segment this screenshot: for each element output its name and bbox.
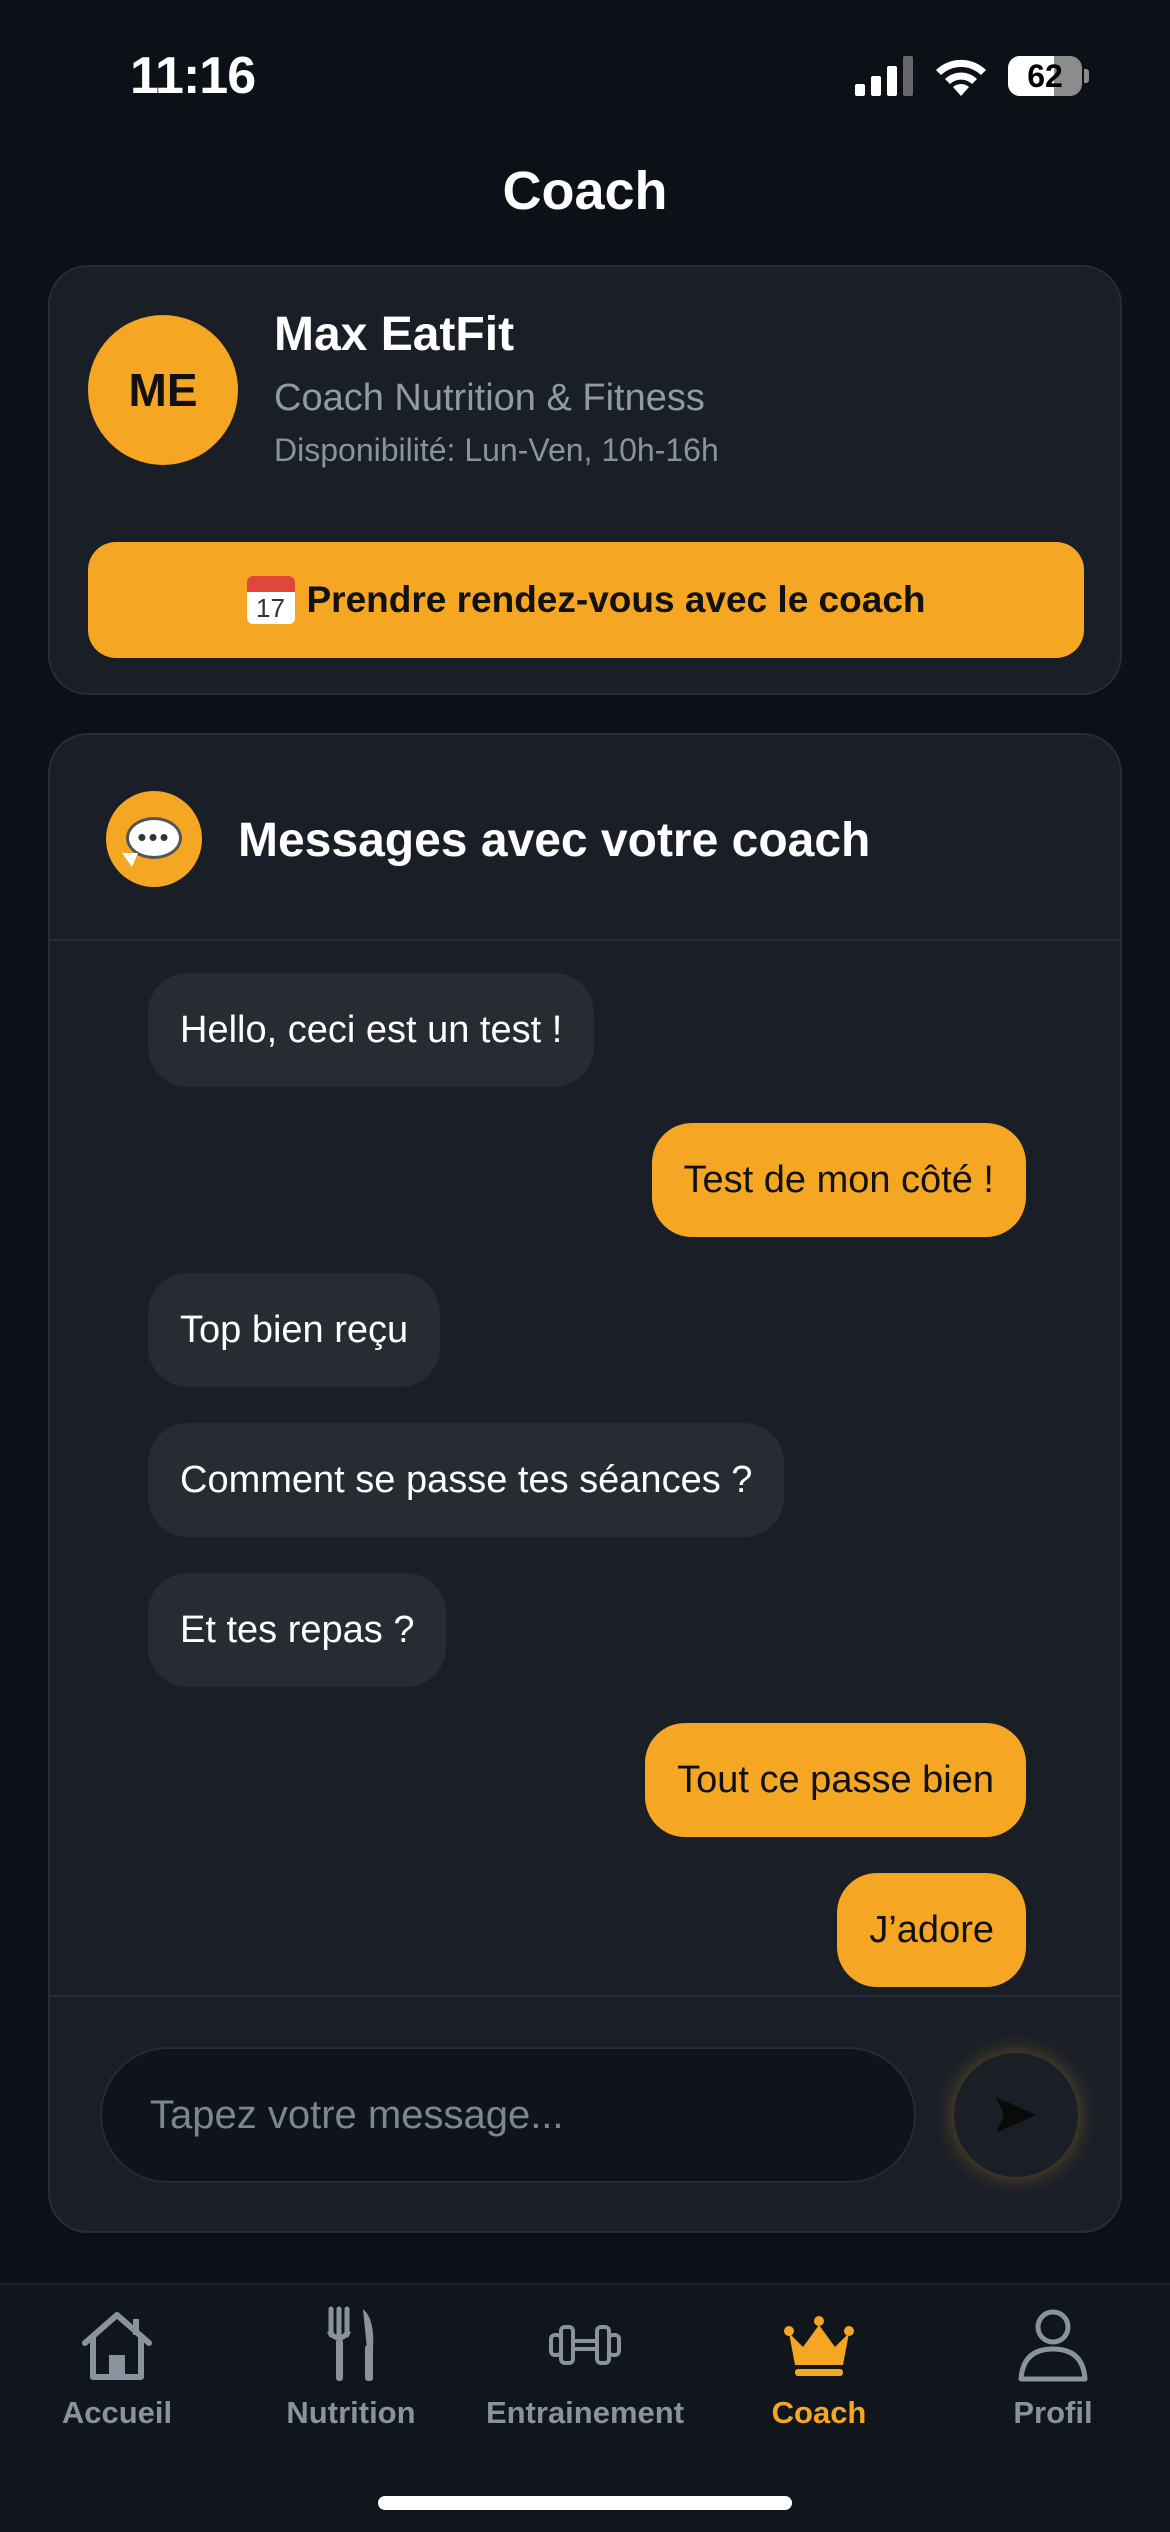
coach-role: Coach Nutrition & Fitness	[274, 377, 705, 419]
message-list[interactable]: Hello, ceci est un test ! Test de mon cô…	[50, 943, 1120, 1988]
message-incoming: Hello, ceci est un test !	[148, 973, 595, 1087]
fork-knife-icon	[326, 2306, 374, 2381]
tab-label: Profil	[1013, 2395, 1093, 2430]
messages-card: ••• Messages avec votre coach Hello, cec…	[48, 733, 1122, 2233]
messages-header: ••• Messages avec votre coach	[50, 735, 1120, 941]
tab-entrainement[interactable]: Entrainement	[468, 2305, 702, 2465]
message-input[interactable]	[100, 2047, 916, 2183]
calendar-icon: 17	[246, 576, 295, 624]
tab-nutrition[interactable]: Nutrition	[234, 2305, 468, 2465]
home-icon	[82, 2312, 152, 2380]
dumbbell-icon	[549, 2325, 621, 2365]
book-appointment-label: Prendre rendez-vous avec le coach	[306, 579, 926, 620]
messages-title: Messages avec votre coach	[238, 814, 871, 867]
user-icon	[1018, 2309, 1088, 2382]
tab-bar: Accueil Nutrition Entrainement Coach Pro…	[0, 2283, 1170, 2532]
coach-availability: Disponibilité: Lun-Ven, 10h-16h	[274, 432, 719, 468]
coach-avatar: ME	[88, 315, 238, 465]
tab-label: Nutrition	[286, 2395, 416, 2430]
book-appointment-button[interactable]: 17 Prendre rendez-vous avec le coach	[88, 542, 1084, 658]
crown-icon	[784, 2316, 854, 2376]
status-time: 11:16	[130, 47, 256, 105]
battery-icon: 62	[1008, 56, 1089, 96]
tab-label: Coach	[771, 2395, 867, 2430]
message-composer	[50, 1995, 1120, 2231]
cellular-signal-icon	[855, 56, 913, 96]
send-button[interactable]	[954, 2053, 1078, 2177]
send-icon	[996, 2097, 1036, 2133]
wifi-icon	[936, 59, 986, 96]
page-title: Coach	[502, 161, 668, 221]
home-indicator[interactable]	[378, 2496, 792, 2510]
status-bar: 11:16 62	[0, 0, 1170, 150]
calendar-day: 17	[256, 593, 285, 623]
tab-label: Entrainement	[485, 2395, 685, 2430]
tab-profil[interactable]: Profil	[936, 2305, 1170, 2465]
coach-name: Max EatFit	[274, 308, 515, 361]
message-outgoing: J’adore	[837, 1873, 1026, 1987]
message-outgoing: Tout ce passe bien	[645, 1723, 1026, 1837]
tab-coach[interactable]: Coach	[702, 2305, 936, 2465]
battery-percent: 62	[1027, 58, 1063, 94]
message-outgoing: Test de mon côté !	[651, 1123, 1026, 1237]
chat-bubble-icon: •••	[106, 791, 202, 887]
message-incoming: Et tes repas ?	[148, 1573, 447, 1687]
tab-label: Accueil	[61, 2395, 173, 2430]
message-incoming: Comment se passe tes séances ?	[148, 1423, 785, 1537]
tab-accueil[interactable]: Accueil	[0, 2305, 234, 2465]
message-incoming: Top bien reçu	[148, 1273, 441, 1387]
coach-card: ME Max EatFit Coach Nutrition & Fitness …	[48, 265, 1122, 695]
